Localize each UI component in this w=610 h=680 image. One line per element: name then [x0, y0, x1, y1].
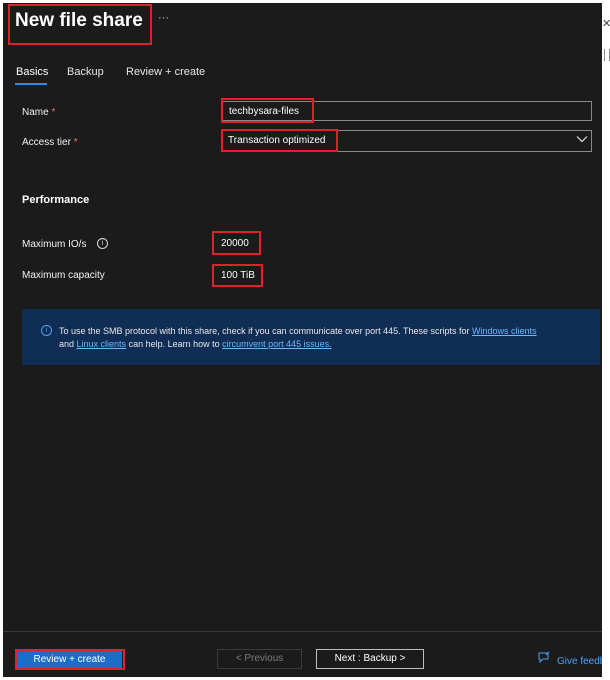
access-tier-label: Access tier * [22, 137, 78, 148]
circumvent-port-link[interactable]: circumvent port 445 issues. [222, 339, 332, 349]
resize-handle[interactable] [604, 49, 610, 61]
name-label: Name * [22, 107, 56, 118]
give-feedback-link[interactable]: Give feedback [557, 656, 602, 667]
info-icon: i [41, 325, 52, 336]
access-tier-highlight [221, 129, 338, 152]
performance-heading: Performance [22, 194, 90, 206]
active-tab-indicator [15, 83, 47, 85]
tab-review-create[interactable]: Review + create [126, 66, 205, 78]
page-title: New file share [15, 10, 143, 31]
review-create-highlight [15, 649, 125, 670]
required-marker: * [73, 137, 78, 148]
max-io-label: Maximum IO/s [22, 239, 87, 250]
side-strip: ✕ [602, 3, 610, 677]
banner-message: To use the SMB protocol with this share,… [59, 326, 537, 349]
max-io-highlight [212, 231, 261, 255]
max-capacity-highlight [212, 264, 263, 287]
linux-clients-link[interactable]: Linux clients [77, 339, 127, 349]
close-icon[interactable]: ✕ [602, 17, 610, 30]
required-marker: * [51, 107, 56, 118]
next-backup-button[interactable]: Next : Backup > [316, 649, 424, 669]
chevron-down-icon[interactable] [576, 134, 588, 144]
previous-button[interactable]: < Previous [217, 649, 302, 669]
smb-info-banner: i To use the SMB protocol with this shar… [22, 309, 600, 365]
max-capacity-label: Maximum capacity [22, 270, 105, 281]
info-icon[interactable]: i [97, 238, 108, 249]
name-highlight [221, 98, 314, 123]
more-options-icon[interactable]: ··· [158, 12, 169, 24]
feedback-icon[interactable] [537, 651, 551, 665]
tab-basics[interactable]: Basics [16, 66, 48, 78]
tab-backup[interactable]: Backup [67, 66, 104, 78]
footer-divider [3, 631, 602, 632]
windows-clients-link[interactable]: Windows clients [472, 326, 537, 336]
